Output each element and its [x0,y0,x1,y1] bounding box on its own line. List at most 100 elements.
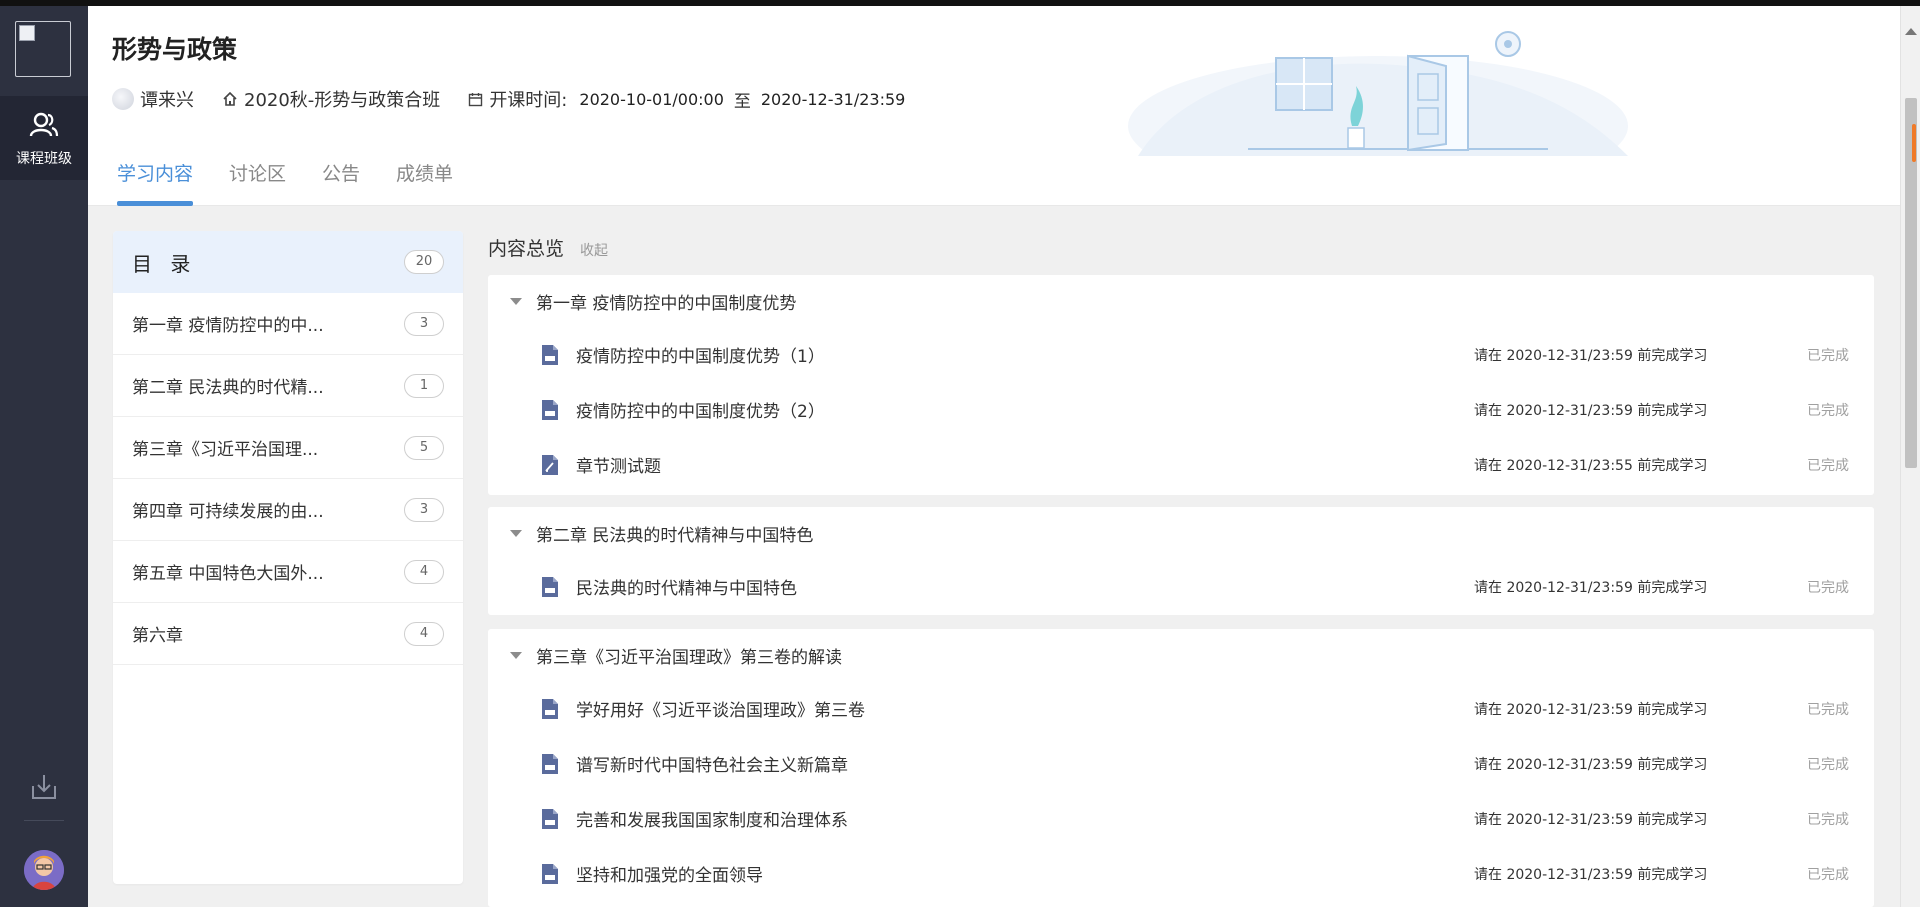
catalog-item-count: 4 [404,621,444,646]
lesson-due: 请在 2020-12-31/23:59 前完成学习 [1474,811,1708,828]
lesson-row[interactable]: 疫情防控中的中国制度优势（2） 请在 2020-12-31/23:59 前完成学… [488,382,1874,437]
catalog-item-label: 第一章 疫情防控中的中... [132,316,324,336]
lesson-due: 请在 2020-12-31/23:55 前完成学习 [1474,457,1708,474]
lesson-due: 请在 2020-12-31/23:59 前完成学习 [1474,866,1708,883]
lesson-status: 已完成 [1807,811,1849,828]
lesson-name: 疫情防控中的中国制度优势（1） [576,347,825,367]
lesson-row[interactable]: 疫情防控中的中国制度优势（1） 请在 2020-12-31/23:59 前完成学… [488,327,1874,382]
document-icon [542,344,558,365]
catalog-item-label: 第五章 中国特色大国外... [132,564,324,584]
lesson-row[interactable]: 坚持和加强党的全面领导 请在 2020-12-31/23:59 前完成学习 已完… [488,846,1874,901]
document-icon [542,863,558,884]
catalog-item-chapter-3[interactable]: 第三章《习近平治国理... 5 [113,417,463,479]
download-icon[interactable] [29,772,59,802]
lesson-due: 请在 2020-12-31/23:59 前完成学习 [1474,579,1708,596]
teacher-name: 谭来兴 [140,90,194,111]
catalog-item-chapter-5[interactable]: 第五章 中国特色大国外... 4 [113,541,463,603]
lesson-name: 完善和发展我国国家制度和治理体系 [576,811,848,831]
lesson-due: 请在 2020-12-31/23:59 前完成学习 [1474,756,1708,773]
chapter-title-toggle[interactable]: 第一章 疫情防控中的中国制度优势 [488,275,1874,327]
tab-grades[interactable]: 成绩单 [385,156,464,206]
caret-down-icon [510,651,522,659]
lesson-row[interactable]: 民法典的时代精神与中国特色 请在 2020-12-31/23:59 前完成学习 … [488,559,1874,614]
scroll-position-marker [1912,124,1916,162]
document-icon [542,808,558,829]
lesson-status: 已完成 [1807,402,1849,419]
caret-down-icon [510,297,522,305]
catalog-header[interactable]: 目 录 20 [113,231,463,293]
user-avatar[interactable] [24,850,64,890]
lesson-row[interactable]: 完善和发展我国国家制度和治理体系 请在 2020-12-31/23:59 前完成… [488,791,1874,846]
catalog-item-chapter-6[interactable]: 第六章 4 [113,603,463,665]
collapse-link[interactable]: 收起 [580,240,608,260]
course-meta: 谭来兴 2020秋-形势与政策合班 开课时间: 2020-10-01/00:00… [112,86,933,112]
rail-nav-course-class[interactable]: 课程班级 [0,96,88,180]
document-icon [542,399,558,420]
overview-title: 内容总览 [488,238,565,260]
lesson-status: 已完成 [1807,756,1849,773]
rail-divider [24,820,64,821]
catalog-title: 目 录 [132,251,197,276]
lesson-name: 民法典的时代精神与中国特色 [576,579,797,599]
lesson-row[interactable]: 学好用好《习近平谈治国理政》第三卷 请在 2020-12-31/23:59 前完… [488,681,1874,736]
end-time: 2020-12-31/23:59 [760,89,906,109]
tab-discussion[interactable]: 讨论区 [218,156,297,206]
chapter-title: 第三章《习近平治国理政》第三卷的解读 [536,647,842,668]
overview-header: 内容总览 收起 [488,234,608,261]
rail-nav-label: 课程班级 [16,151,72,167]
course-title: 形势与政策 [112,35,238,64]
lesson-status: 已完成 [1807,347,1849,364]
lesson-name: 坚持和加强党的全面领导 [576,866,763,886]
start-time: 2020-10-01/00:00 [579,89,724,109]
chapter-title-toggle[interactable]: 第三章《习近平治国理政》第三卷的解读 [488,629,1874,681]
class-name: 2020秋-形势与政策合班 [244,90,441,111]
course-tabs: 学习内容 讨论区 公告 成绩单 [106,156,478,206]
tab-announcement[interactable]: 公告 [311,156,371,206]
chapter-title: 第二章 民法典的时代精神与中国特色 [536,525,814,546]
caret-down-icon [510,529,522,537]
catalog-item-label: 第六章 [132,626,183,646]
catalog-item-count: 3 [404,497,444,522]
catalog-item-count: 5 [404,435,444,460]
document-icon [542,698,558,719]
teacher-info: 谭来兴 [112,86,194,112]
chapter-card-3: 第三章《习近平治国理政》第三卷的解读 学好用好《习近平谈治国理政》第三卷 请在 … [488,629,1874,907]
lesson-row[interactable]: 章节测试题 请在 2020-12-31/23:55 前完成学习 已完成 [488,437,1874,492]
home-icon [223,91,237,106]
catalog-panel: 目 录 20 第一章 疫情防控中的中... 3 第二章 民法典的时代精... 1… [113,231,463,884]
chapter-card-1: 第一章 疫情防控中的中国制度优势 疫情防控中的中国制度优势（1） 请在 2020… [488,275,1874,495]
chapter-title-toggle[interactable]: 第二章 民法典的时代精神与中国特色 [488,507,1874,559]
lesson-status: 已完成 [1807,457,1849,474]
lesson-name: 章节测试题 [576,457,661,477]
catalog-item-count: 1 [404,373,444,398]
catalog-item-count: 3 [404,311,444,336]
catalog-item-chapter-1[interactable]: 第一章 疫情防控中的中... 3 [113,293,463,355]
scroll-up-arrow-icon[interactable] [1905,28,1917,35]
lesson-status: 已完成 [1807,579,1849,596]
course-time: 开课时间: 2020-10-01/00:00 至 2020-12-31/23:5… [468,86,905,112]
tab-learning-content[interactable]: 学习内容 [106,156,204,206]
broken-image-icon [19,25,35,41]
catalog-item-label: 第三章《习近平治国理... [132,440,319,460]
time-separator: 至 [733,91,751,112]
lesson-row[interactable]: 谱写新时代中国特色社会主义新篇章 请在 2020-12-31/23:59 前完成… [488,736,1874,791]
lesson-name: 学好用好《习近平谈治国理政》第三卷 [576,701,865,721]
school-logo[interactable] [15,21,71,77]
lesson-status: 已完成 [1807,701,1849,718]
catalog-total-badge: 20 [404,250,444,274]
lesson-due: 请在 2020-12-31/23:59 前完成学习 [1474,701,1708,718]
catalog-item-count: 4 [404,559,444,584]
catalog-item-chapter-2[interactable]: 第二章 民法典的时代精... 1 [113,355,463,417]
lesson-name: 谱写新时代中国特色社会主义新篇章 [576,756,848,776]
document-icon [542,753,558,774]
avatar-icon [24,850,64,890]
chapter-card-2: 第二章 民法典的时代精神与中国特色 民法典的时代精神与中国特色 请在 2020-… [488,507,1874,615]
time-label: 开课时间: [489,90,568,111]
lesson-name: 疫情防控中的中国制度优势（2） [576,402,825,422]
page-scrollbar[interactable] [1900,6,1920,907]
users-icon [29,112,59,137]
calendar-icon [469,92,483,106]
quiz-icon [542,454,558,475]
catalog-item-label: 第二章 民法典的时代精... [132,378,324,398]
catalog-item-chapter-4[interactable]: 第四章 可持续发展的由... 3 [113,479,463,541]
